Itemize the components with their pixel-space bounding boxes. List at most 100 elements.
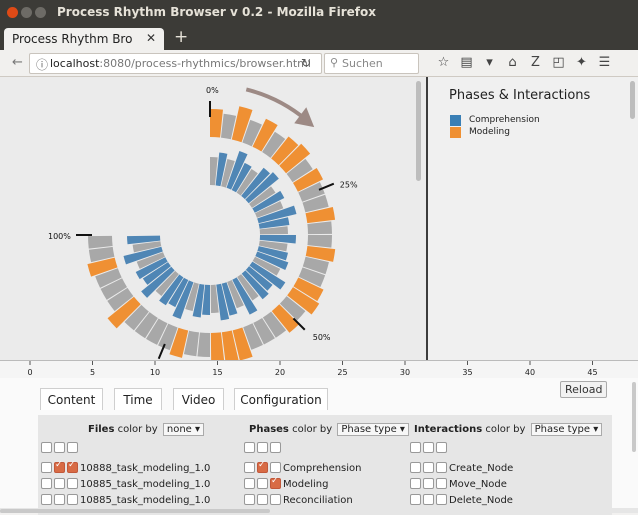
browser-tab[interactable]: Process Rhythm Browser v ✕ (4, 28, 164, 50)
phase-row-checkbox[interactable] (270, 494, 281, 505)
close-tab-icon[interactable]: ✕ (146, 31, 156, 45)
timeline-axis[interactable]: 0 5 10 15 20 25 30 35 40 45 (0, 360, 638, 379)
interaction-row-checkbox[interactable] (423, 478, 434, 489)
phase-row-checkbox[interactable] (244, 494, 255, 505)
files-color-select[interactable]: none ▾ (162, 423, 205, 436)
phase-row-checkbox[interactable] (270, 476, 281, 489)
bookmark-star-icon[interactable]: ☆ (432, 55, 455, 70)
controls-scrollbar[interactable] (630, 378, 638, 508)
minimize-window-icon[interactable] (21, 7, 32, 18)
phase-row-checkbox[interactable] (257, 460, 268, 473)
back-arrow-icon[interactable]: ← (12, 55, 23, 70)
file-row-label[interactable]: 10885_task_modeling_1.0 (80, 495, 210, 506)
legend-scrollbar[interactable] (628, 77, 638, 360)
file-row-checkbox[interactable] (41, 494, 52, 505)
legend-scrollbar-thumb[interactable] (630, 81, 635, 119)
axis-tick-label: 25 (337, 368, 347, 377)
interactions-color-by-label: color by (485, 424, 526, 435)
files-all-checkbox[interactable] (41, 442, 52, 453)
search-input[interactable]: ⚲ Suchen (324, 53, 419, 74)
chart-scrollbar-thumb[interactable] (416, 81, 421, 181)
tab-time[interactable]: Time (114, 388, 162, 410)
interaction-row-checkbox[interactable] (423, 462, 434, 473)
phase-row-checkbox[interactable] (244, 462, 255, 473)
horizontal-scrollbar[interactable] (0, 508, 638, 513)
interactions-all-checkbox[interactable] (436, 442, 447, 453)
file-row-checkbox[interactable] (41, 478, 52, 489)
timeline-axis-svg: 0 5 10 15 20 25 30 35 40 45 (27, 361, 598, 377)
files-all-checkbox[interactable] (54, 442, 65, 453)
files-all-checkbox[interactable] (67, 442, 78, 453)
info-icon[interactable]: ⓘ (36, 56, 48, 73)
reload-page-icon[interactable]: ↻ (301, 56, 311, 70)
interaction-row-checkbox[interactable] (423, 494, 434, 505)
axis-tick-label: 45 (587, 368, 597, 377)
file-row-checkbox[interactable] (67, 478, 78, 489)
files-title: Files (88, 424, 115, 435)
interactions-all-checkbox[interactable] (410, 442, 421, 453)
phase-row-checkbox[interactable] (257, 494, 268, 505)
phases-all-checkbox[interactable] (270, 442, 281, 453)
home-icon[interactable]: ⌂ (501, 55, 524, 70)
tab-video[interactable]: Video (173, 388, 224, 410)
horizontal-scrollbar-thumb[interactable] (0, 509, 270, 513)
phase-row-label[interactable]: Reconciliation (283, 495, 353, 506)
file-row-checkbox[interactable] (54, 460, 65, 473)
reading-list-icon[interactable]: ▤ (455, 55, 478, 70)
axis-tick-label: 10 (150, 368, 160, 377)
interactions-color-select[interactable]: Phase type ▾ (530, 423, 603, 436)
menu-icon[interactable]: ☰ (593, 55, 616, 70)
reload-button[interactable]: Reload (560, 381, 608, 398)
interaction-row-label[interactable]: Delete_Node (449, 495, 513, 506)
interaction-row-checkbox[interactable] (436, 478, 447, 489)
interaction-row-label[interactable]: Create_Node (449, 463, 513, 474)
gap-bar (197, 332, 210, 357)
phase-row-checkbox[interactable] (244, 478, 255, 489)
phases-color-select[interactable]: Phase type ▾ (337, 423, 409, 436)
search-placeholder: Suchen (342, 57, 383, 70)
new-tab-icon[interactable]: + (174, 27, 188, 47)
phases-all-checkbox[interactable] (257, 442, 268, 453)
phase-row-checkbox[interactable] (257, 478, 268, 489)
legend-swatch (450, 127, 461, 138)
tab-content[interactable]: Content (40, 388, 103, 410)
file-row-checkbox[interactable] (54, 478, 65, 489)
toolbar-icons: ☆ ▤ ▾ ⌂ Z ◰ ✦ ☰ (432, 55, 637, 73)
tab-configuration[interactable]: Configuration (234, 388, 328, 410)
phases-all-checkbox[interactable] (244, 442, 255, 453)
file-row-checkbox[interactable] (54, 494, 65, 505)
interactions-all-checkbox[interactable] (423, 442, 434, 453)
axis-tick-label: 35 (462, 368, 472, 377)
file-row-label[interactable]: 10885_task_modeling_1.0 (80, 479, 210, 490)
interaction-row-checkbox[interactable] (436, 462, 447, 473)
pocket-icon[interactable]: ▾ (478, 55, 501, 70)
puzzle-icon[interactable]: ✦ (570, 55, 593, 70)
maximize-window-icon[interactable] (35, 7, 46, 18)
url-text[interactable]: localhost:8080/process-rhythmics/browser… (50, 57, 311, 70)
close-window-icon[interactable] (7, 7, 18, 18)
url-bar[interactable]: ⓘ localhost:8080/process-rhythmics/brows… (29, 53, 322, 74)
interaction-row-checkbox[interactable] (436, 494, 447, 505)
file-row-label[interactable]: 10888_task_modeling_1.0 (80, 463, 210, 474)
extension-icon[interactable]: ◰ (547, 55, 570, 70)
percent-label: 100% (48, 232, 71, 241)
file-row-checkbox[interactable] (67, 494, 78, 505)
file-row-checkbox[interactable] (41, 462, 52, 473)
phase-row-checkbox[interactable] (270, 462, 281, 473)
interaction-row-checkbox[interactable] (410, 462, 421, 473)
phase-row-label[interactable]: Comprehension (283, 463, 362, 474)
window-title: Process Rhythm Browser v 0.2 - Mozilla F… (57, 5, 376, 19)
phase-row-label[interactable]: Modeling (283, 479, 329, 490)
legend-panel: Phases & Interactions Comprehension Mode… (428, 77, 638, 360)
chart-scrollbar[interactable] (414, 77, 424, 360)
interaction-row-checkbox[interactable] (410, 494, 421, 505)
file-row-checkbox[interactable] (67, 460, 78, 473)
interaction-row-checkbox[interactable] (410, 478, 421, 489)
direction-arrow-head (294, 107, 315, 128)
interactions-header: Interactions color by Phase type ▾ (414, 423, 603, 436)
interaction-row-label[interactable]: Move_Node (449, 479, 507, 490)
files-color-by-label: color by (117, 424, 158, 435)
zotero-icon[interactable]: Z (524, 55, 547, 70)
controls-scrollbar-thumb[interactable] (632, 382, 636, 452)
legend-label: Comprehension (469, 115, 540, 125)
